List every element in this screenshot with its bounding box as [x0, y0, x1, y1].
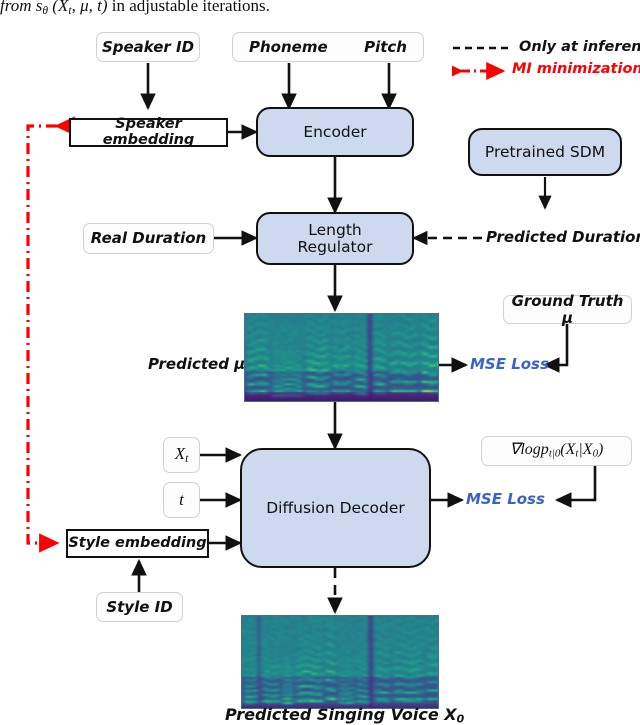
node-speaker-embedding[interactable]: Speaker embedding — [69, 115, 228, 148]
legend-mi-label: MI minimization — [512, 61, 640, 77]
node-length-regulator[interactable]: Length Regulator — [256, 212, 414, 265]
predicted-mu-spectrogram — [244, 313, 439, 402]
node-real-duration-label: Real Duration — [90, 229, 207, 248]
node-t[interactable]: t — [163, 482, 200, 518]
node-pretrained-sdm-label: Pretrained SDM — [484, 142, 606, 161]
figure-canvas: from sθ (Xt, μ, t) in adjustable iterati… — [0, 0, 640, 725]
node-length-regulator-label-1: Length — [308, 220, 362, 239]
label-mse-loss-top: MSE Loss — [470, 355, 549, 373]
node-phoneme-label: Phoneme — [249, 37, 328, 56]
node-score-target[interactable]: ∇logpt|0(Xt|X0) — [481, 436, 632, 466]
predicted-singing-voice-spectrogram — [241, 615, 439, 709]
node-diffusion-decoder[interactable]: Diffusion Decoder — [240, 448, 431, 568]
legend-dashed-label: Only at inference — [519, 39, 640, 55]
node-ground-truth-mu[interactable]: Ground Truth μ — [503, 292, 632, 327]
node-style-id[interactable]: Style ID — [96, 592, 183, 622]
node-pretrained-sdm[interactable]: Pretrained SDM — [468, 128, 622, 176]
node-encoder-label: Encoder — [303, 122, 367, 141]
node-encoder[interactable]: Encoder — [256, 107, 414, 157]
node-style-embedding-label: Style embedding — [68, 534, 207, 551]
node-real-duration[interactable]: Real Duration — [83, 223, 214, 254]
node-length-regulator-label-2: Regulator — [297, 237, 373, 256]
node-pitch-label: Pitch — [364, 37, 407, 56]
legend-dashed-sample — [453, 46, 511, 50]
node-score-target-label: ∇logpt|0(Xt|X0) — [509, 441, 604, 460]
node-ground-truth-mu-label: Ground Truth μ — [511, 292, 624, 327]
node-speaker-id-label: Speaker ID — [101, 37, 195, 56]
caption-text: from sθ (Xt, μ, t) in adjustable iterati… — [0, 0, 270, 17]
legend-mi-sample — [452, 62, 506, 80]
node-speaker-embedding-label: Speaker embedding — [102, 115, 195, 148]
label-mse-loss-bottom: MSE Loss — [466, 490, 545, 508]
node-style-embedding[interactable]: Style embedding — [66, 529, 209, 558]
label-predicted-singing-voice: Predicted Singing Voice X0 — [225, 705, 465, 725]
node-phoneme-pitch[interactable]: Phoneme Pitch — [232, 32, 424, 62]
node-diffusion-decoder-label: Diffusion Decoder — [266, 498, 405, 517]
label-predicted-mu: Predicted μ — [148, 355, 246, 373]
node-xt[interactable]: Xt — [163, 437, 200, 473]
label-predicted-duration: Predicted Duration — [486, 228, 640, 246]
node-xt-label: Xt — [174, 443, 189, 465]
wire-mi-minimization — [26, 116, 75, 553]
wire-scoretarget-to-mseloss — [554, 463, 597, 508]
node-t-label: t — [179, 489, 184, 509]
paper-caption-fragment: from sθ (Xt, μ, t) in adjustable iterati… — [0, 0, 640, 18]
node-style-id-label: Style ID — [106, 597, 173, 616]
node-speaker-id[interactable]: Speaker ID — [96, 32, 200, 62]
